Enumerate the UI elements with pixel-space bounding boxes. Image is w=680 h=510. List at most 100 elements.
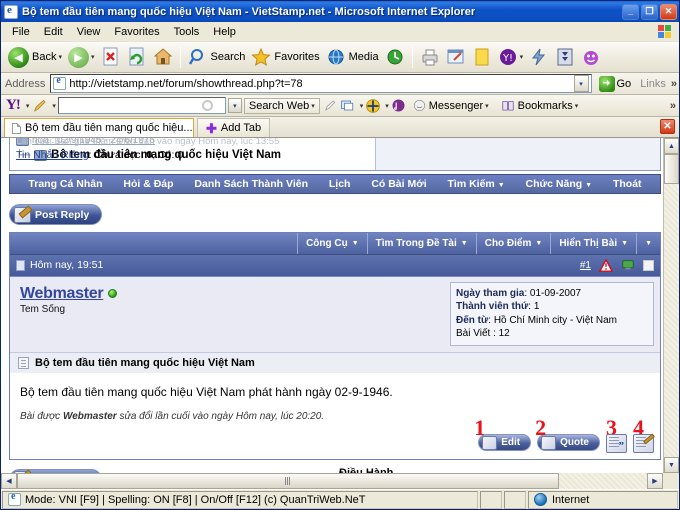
toolbar-separator — [179, 46, 181, 68]
report-warning-icon[interactable] — [599, 258, 613, 272]
pm-link[interactable]: Tin Nhắn Riêng — [16, 149, 89, 161]
back-button[interactable]: ◀ Back ▾ — [5, 44, 65, 70]
maximize-button[interactable]: ❐ — [641, 3, 658, 20]
popup-blocker-icon[interactable] — [339, 98, 356, 113]
back-dropdown-icon[interactable]: ▾ — [58, 53, 62, 61]
thread-tool-cong-cu[interactable]: Công Cụ ▼ — [297, 232, 367, 254]
horizontal-scrollbar[interactable]: ◀ ▶ — [1, 473, 679, 489]
tab-active[interactable]: Bộ tem đầu tiên mang quốc hiệu... — [4, 118, 194, 137]
download-button[interactable] — [552, 44, 578, 70]
links-label[interactable]: Links — [638, 78, 668, 90]
thread-tools-bar: Công Cụ ▼ Tìm Trong Đề Tài ▼ Cho Điểm ▼ Hiể… — [10, 232, 660, 255]
browser-toolbar: ◀ Back ▾ ▶ ▾ Search Favorites Media Y! ▾ — [1, 42, 679, 73]
yahoo-bookmarks-button[interactable]: Bookmarks ▾ — [496, 97, 584, 114]
nav-hoi-dap[interactable]: Hỏi & Đáp — [123, 178, 173, 190]
hscroll-track[interactable] — [17, 473, 647, 489]
messenger-dropdown-icon[interactable]: ▾ — [485, 102, 489, 110]
scroll-thumb[interactable] — [664, 154, 679, 184]
print-button[interactable] — [417, 44, 443, 70]
post-page-icon — [16, 259, 25, 271]
nav-chuc-nang[interactable]: Chức Năng ▼ — [526, 178, 593, 190]
thread-tool-more[interactable]: ▼ — [636, 232, 660, 254]
antispy-icon[interactable] — [365, 98, 381, 114]
toolbar-overflow-icon[interactable]: » — [671, 78, 677, 90]
address-dropdown-icon[interactable]: ▾ — [573, 75, 589, 92]
info-member-number-value: 1 — [533, 301, 540, 312]
vertical-scrollbar[interactable]: ▲ ▼ — [663, 138, 679, 473]
pencil-dropdown-icon[interactable]: ▾ — [52, 102, 56, 110]
nav-co-bai-moi[interactable]: Có Bài Mới — [371, 178, 426, 190]
yahoo-messenger-button[interactable]: Messenger ▾ — [408, 97, 494, 114]
yahoo-search-dropdown-icon[interactable]: ▾ — [227, 98, 242, 113]
svg-text:Y!: Y! — [502, 53, 513, 64]
add-tab-button[interactable]: ✚ Add Tab — [197, 118, 271, 137]
quote-button[interactable]: Quote — [537, 434, 600, 451]
multiquote-button[interactable]: ” — [606, 433, 627, 453]
yahoo-search-input[interactable] — [57, 97, 226, 114]
post-number-label: #1 — [579, 259, 591, 271]
menu-item-file[interactable]: File — [5, 24, 37, 40]
scroll-track[interactable] — [664, 154, 679, 457]
post-select-checkbox[interactable] — [643, 259, 654, 271]
menu-item-tools[interactable]: Tools — [167, 24, 207, 40]
menu-item-help[interactable]: Help — [206, 24, 243, 40]
pencil-icon[interactable] — [31, 98, 48, 114]
antispy-dropdown-icon[interactable]: ▾ — [385, 102, 389, 110]
internet-zone-icon — [534, 493, 547, 506]
thread-tool-cho-diem[interactable]: Cho Điểm ▼ — [475, 232, 551, 254]
post-header: Hôm nay, 19:51 #1 — [10, 254, 660, 277]
menu-item-favorites[interactable]: Favorites — [107, 24, 166, 40]
quick-reply-button[interactable] — [633, 433, 655, 453]
hscroll-left-button[interactable]: ◀ — [1, 473, 17, 489]
close-tab-button[interactable]: ✕ — [660, 119, 675, 134]
chevron-down-icon-6: ▼ — [621, 239, 629, 247]
close-button[interactable]: ✕ — [660, 3, 677, 20]
post-reply-button-top[interactable]: Post Reply — [9, 204, 103, 225]
highlighter-icon[interactable] — [322, 98, 337, 113]
minimize-button[interactable]: _ — [622, 3, 639, 20]
nav-trang-ca-nhan[interactable]: Trang Cá Nhân — [28, 178, 102, 190]
search-button[interactable]: Search — [185, 44, 249, 70]
post-number[interactable]: #1 — [580, 260, 591, 271]
refresh-button[interactable] — [124, 44, 150, 70]
forward-dropdown-icon[interactable]: ▾ — [91, 53, 95, 61]
notes-button[interactable] — [469, 44, 495, 70]
music-icon[interactable] — [391, 98, 406, 113]
media-button[interactable]: Media — [323, 44, 382, 70]
go-button[interactable]: ➜ Go — [595, 75, 636, 92]
forward-button[interactable]: ▶ ▾ — [65, 44, 98, 70]
post-username[interactable]: Webmaster — [20, 285, 104, 303]
scroll-up-button[interactable]: ▲ — [664, 138, 679, 154]
yahoo-search-web-button[interactable]: Search Web ▾ — [243, 97, 320, 114]
bookmarks-dropdown-icon[interactable]: ▾ — [575, 102, 579, 110]
yahoo-dropdown-icon[interactable]: ▾ — [520, 53, 524, 61]
yahoo-logo-dropdown-icon[interactable]: ▾ — [26, 102, 30, 110]
stop-button[interactable] — [98, 44, 124, 70]
menu-item-edit[interactable]: Edit — [37, 24, 70, 40]
nav-tim-kiem[interactable]: Tìm Kiếm ▼ — [447, 178, 504, 190]
ip-monitor-icon[interactable] — [621, 259, 635, 272]
address-input[interactable]: http://vietstamp.net/forum/showthread.ph… — [50, 74, 592, 93]
yahoo-button[interactable]: Y! ▾ — [495, 44, 527, 70]
nav-thoat[interactable]: Thoát — [613, 178, 642, 190]
nav-danh-sach-thanh-vien[interactable]: Danh Sách Thành Viên — [194, 178, 308, 190]
popup-dropdown-icon[interactable]: ▾ — [360, 102, 364, 110]
search-web-dropdown-icon[interactable]: ▾ — [311, 102, 315, 110]
scroll-down-button[interactable]: ▼ — [664, 457, 679, 473]
edit-page-button[interactable] — [443, 44, 469, 70]
hscroll-right-button[interactable]: ▶ — [647, 473, 663, 489]
edit-note-user: Webmaster — [62, 410, 117, 422]
yahoo-logo[interactable]: Y! — [4, 97, 22, 114]
yahoo-overflow-icon[interactable]: » — [670, 100, 676, 112]
smiley-button[interactable] — [578, 44, 604, 70]
home-button[interactable] — [150, 44, 176, 70]
hscroll-thumb[interactable] — [17, 473, 559, 489]
speed-button[interactable] — [526, 44, 552, 70]
menu-item-view[interactable]: View — [70, 24, 108, 40]
favorites-button[interactable]: Favorites — [248, 44, 322, 70]
thread-tool-hien-thi-bai[interactable]: Hiển Thị Bài ▼ — [550, 232, 636, 254]
thread-tool-tim-trong-de-tai[interactable]: Tìm Trong Đề Tài ▼ — [366, 232, 476, 254]
edit-button[interactable]: Edit — [478, 434, 532, 451]
nav-lich[interactable]: Lịch — [329, 178, 351, 190]
history-button[interactable] — [382, 44, 408, 70]
